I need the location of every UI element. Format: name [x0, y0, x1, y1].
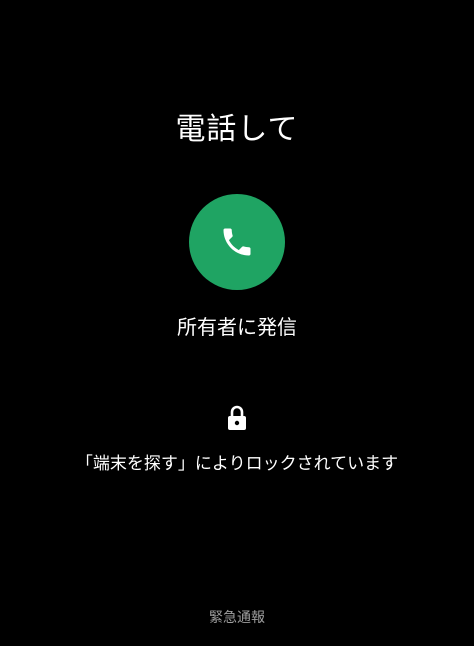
call-owner-button[interactable] — [189, 194, 285, 290]
lock-status-message: 「端末を探す」によりロックされています — [75, 454, 399, 474]
call-owner-label: 所有者に発信 — [177, 315, 297, 339]
emergency-call-button[interactable]: 緊急通報 — [0, 606, 474, 630]
phone-icon — [223, 228, 251, 256]
page-title: 電話して — [175, 112, 299, 147]
lock-icon — [228, 405, 246, 430]
lock-screen: 電話して 所有者に発信 「端末を探す」によりロックされています 緊急通報 — [0, 0, 474, 646]
